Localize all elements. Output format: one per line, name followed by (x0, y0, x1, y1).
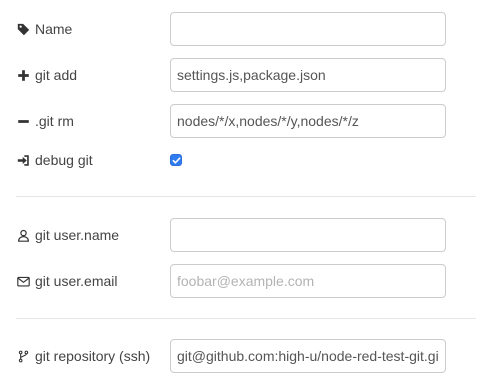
git-add-input[interactable] (170, 58, 446, 92)
name-label: Name (35, 21, 73, 37)
section-divider (16, 196, 476, 197)
user-name-label: git user.name (35, 227, 120, 243)
section-divider (16, 318, 476, 319)
user-name-row: git user.name (0, 218, 486, 252)
plus-icon (16, 68, 30, 82)
debug-git-label-group: debug git (16, 143, 93, 177)
user-email-row: git user.email (0, 264, 486, 298)
git-add-row: git add (0, 58, 486, 92)
checkmark-icon (172, 156, 180, 164)
user-icon (16, 228, 30, 242)
repository-row: git repository (ssh) (0, 339, 486, 373)
name-row: Name (0, 12, 486, 46)
name-label-group: Name (16, 12, 72, 46)
user-name-input[interactable] (170, 218, 446, 252)
user-email-label-group: git user.email (16, 264, 117, 298)
minus-icon (16, 114, 30, 128)
repository-label: git repository (ssh) (35, 348, 151, 364)
debug-git-row: debug git (0, 143, 486, 177)
git-add-label-group: git add (16, 58, 77, 92)
code-fork-icon (16, 349, 30, 363)
git-add-label: git add (35, 67, 78, 83)
user-name-label-group: git user.name (16, 218, 119, 252)
git-rm-input[interactable] (170, 104, 446, 138)
user-email-label: git user.email (35, 273, 118, 289)
name-input[interactable] (170, 12, 446, 46)
debug-git-label: debug git (35, 152, 93, 168)
sign-in-icon (16, 153, 30, 167)
git-rm-label: .git rm (35, 113, 74, 129)
repository-label-group: git repository (ssh) (16, 339, 150, 373)
envelope-icon (16, 274, 30, 288)
repository-input[interactable] (170, 339, 446, 373)
user-email-input[interactable] (170, 264, 446, 298)
git-rm-label-group: .git rm (16, 104, 74, 138)
git-rm-row: .git rm (0, 104, 486, 138)
debug-git-checkbox[interactable] (170, 154, 182, 166)
tag-icon (16, 22, 30, 36)
